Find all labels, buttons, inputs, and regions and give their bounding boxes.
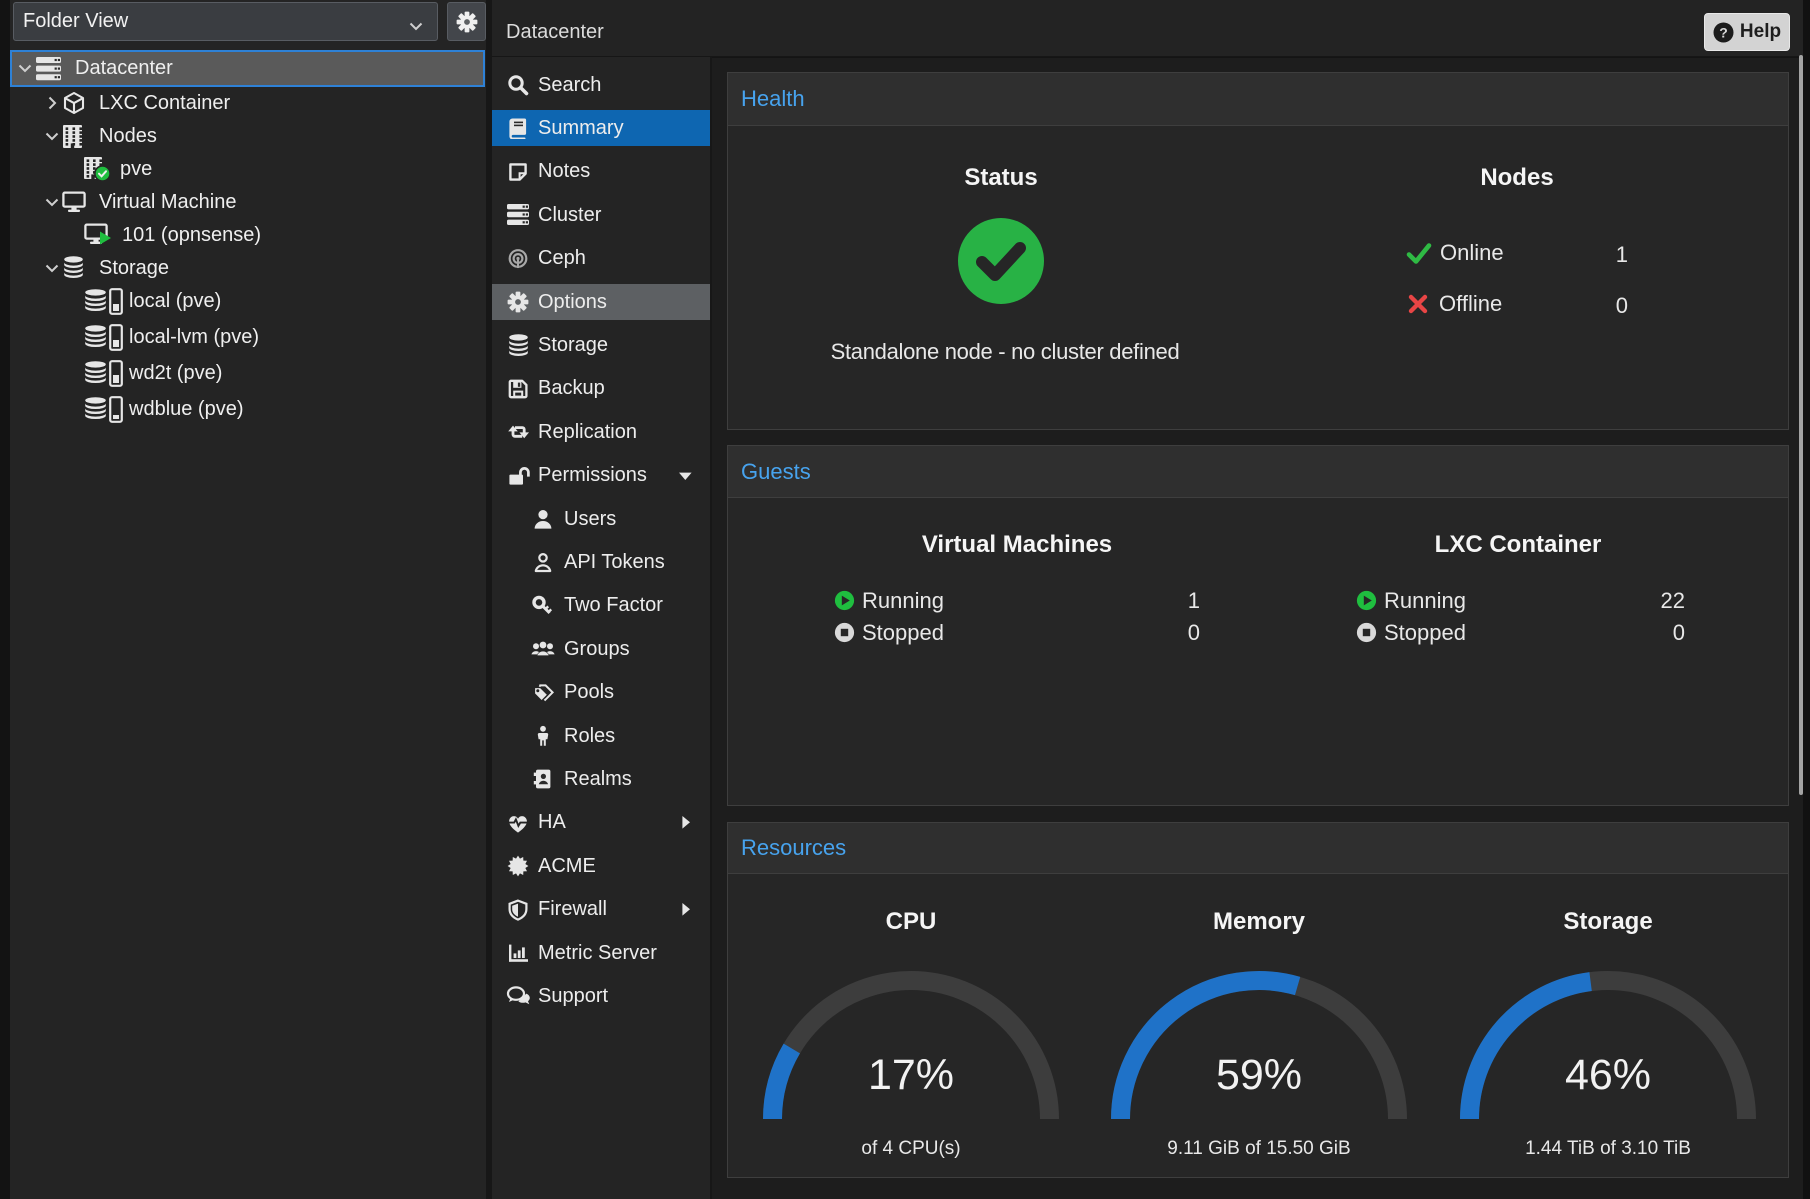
svg-text:?: ?: [1719, 24, 1728, 40]
